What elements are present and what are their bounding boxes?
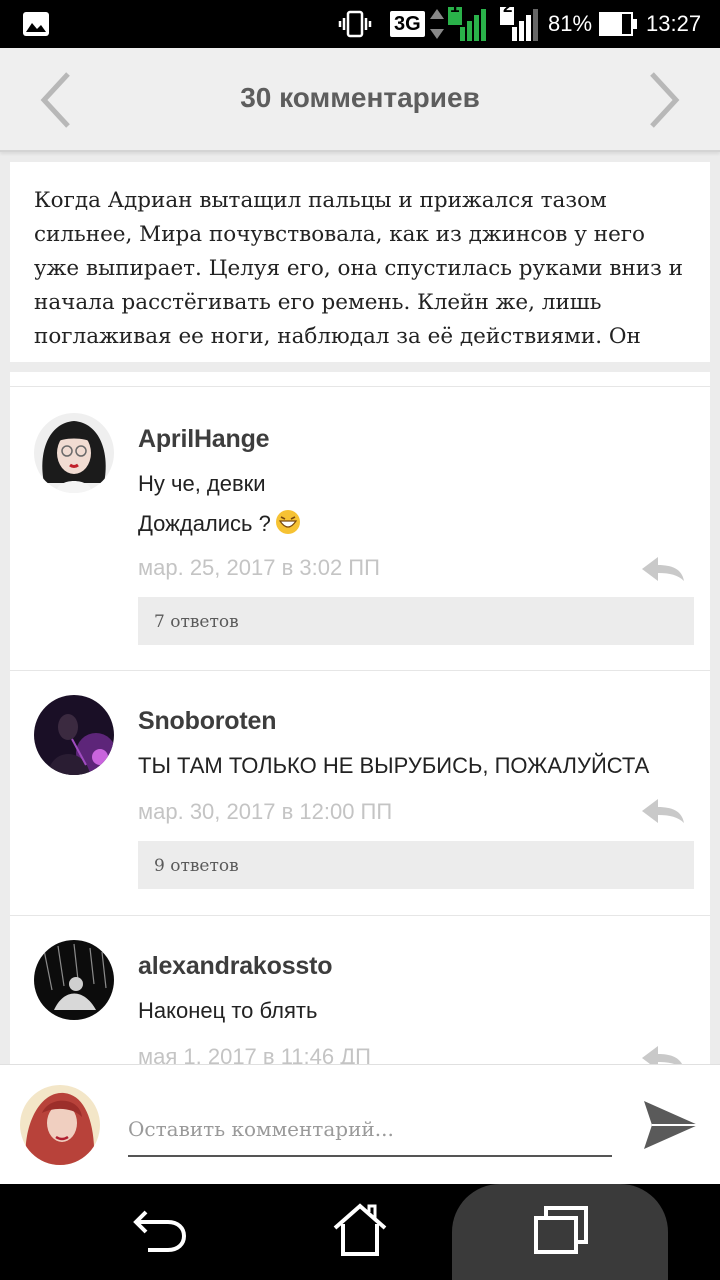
avatar[interactable]: [34, 940, 114, 1020]
comment-username[interactable]: AprilHange: [138, 425, 270, 454]
clock: 13:27: [646, 11, 702, 36]
vibrate-icon: [338, 0, 372, 48]
reply-arrow-icon: [642, 557, 684, 581]
battery-percent: 81%: [548, 11, 593, 36]
comment-text: Ну че, девки: [138, 471, 266, 496]
comment-text: ТЫ ТАМ ТОЛЬКО НЕ ВЫРУБИСЬ, ПОЖАЛУЙСТА: [138, 753, 650, 778]
reply-button[interactable]: [640, 555, 686, 583]
sim2-label: 2: [503, 0, 513, 16]
comment-composer: [0, 1064, 720, 1184]
status-bar: 3G 1 2 81% 13:27: [0, 0, 720, 48]
comment-username[interactable]: alexandrakossto: [138, 952, 333, 981]
story-excerpt[interactable]: Когда Адриан вытащил пальцы и прижался т…: [10, 162, 710, 362]
home-button[interactable]: [325, 1198, 395, 1262]
comments-list[interactable]: AprilHange Ну че, девки Дождались ? мар.…: [10, 372, 710, 1064]
view-replies-button[interactable]: 9 ответов: [138, 841, 694, 889]
reply-button[interactable]: [640, 1044, 686, 1064]
screen: 3G 1 2 81% 13:27 30 комментариев Когда А…: [0, 0, 720, 1280]
comment-item: AprilHange Ну че, девки Дождались ? мар.…: [10, 386, 710, 670]
avatar[interactable]: [34, 695, 114, 775]
comment-item: Snoboroten ТЫ ТАМ ТОЛЬКО НЕ ВЫРУБИСЬ, ПО…: [10, 670, 710, 915]
comment-text: Дождались ?: [138, 509, 301, 537]
home-icon: [333, 1203, 387, 1256]
chevron-left-icon: [40, 72, 70, 128]
replies-count: 9 ответов: [154, 856, 239, 876]
reply-arrow-icon: [642, 1046, 682, 1064]
grinning-face-emoji: [275, 510, 300, 534]
comment-timestamp: мар. 25, 2017 в 3:02 ПП: [138, 555, 380, 580]
system-navigation-bar: [0, 1184, 720, 1280]
comment-item: alexandrakossto Наконец то блять мая 1, …: [10, 915, 710, 1064]
back-button[interactable]: [126, 1198, 196, 1262]
comment-text-line: Дождались ?: [138, 511, 271, 536]
current-user-avatar[interactable]: [20, 1085, 100, 1165]
recent-apps-icon: [534, 1206, 588, 1254]
network-type-badge: 3G: [390, 11, 425, 37]
comment-text: Наконец то блять: [138, 998, 318, 1023]
back-arrow-icon: [133, 1210, 187, 1252]
previous-chapter-button[interactable]: [32, 70, 82, 130]
image-notification-icon: [22, 0, 50, 48]
reply-arrow-icon: [642, 799, 684, 823]
send-icon: [644, 1101, 698, 1149]
page-title: 30 комментариев: [240, 82, 480, 113]
chevron-right-icon: [650, 72, 680, 128]
comment-timestamp: мая 1, 2017 в 11:46 ДП: [138, 1044, 371, 1064]
next-chapter-button[interactable]: [638, 70, 688, 130]
send-button[interactable]: [638, 1093, 702, 1157]
battery-icon: [598, 0, 638, 48]
comment-timestamp: мар. 30, 2017 в 12:00 ПП: [138, 799, 393, 824]
replies-count: 7 ответов: [154, 612, 239, 632]
excerpt-text: Когда Адриан вытащил пальцы и прижался т…: [34, 188, 683, 349]
comment-input[interactable]: [128, 1103, 612, 1157]
reply-button[interactable]: [640, 797, 686, 825]
sim1-label: 1: [450, 0, 460, 16]
comment-username[interactable]: Snoboroten: [138, 707, 276, 736]
header-bar: 30 комментариев: [0, 48, 720, 152]
data-transfer-icon: [428, 0, 446, 48]
avatar[interactable]: [34, 413, 114, 493]
view-replies-button[interactable]: 7 ответов: [138, 597, 694, 645]
recent-apps-button[interactable]: [526, 1198, 596, 1262]
